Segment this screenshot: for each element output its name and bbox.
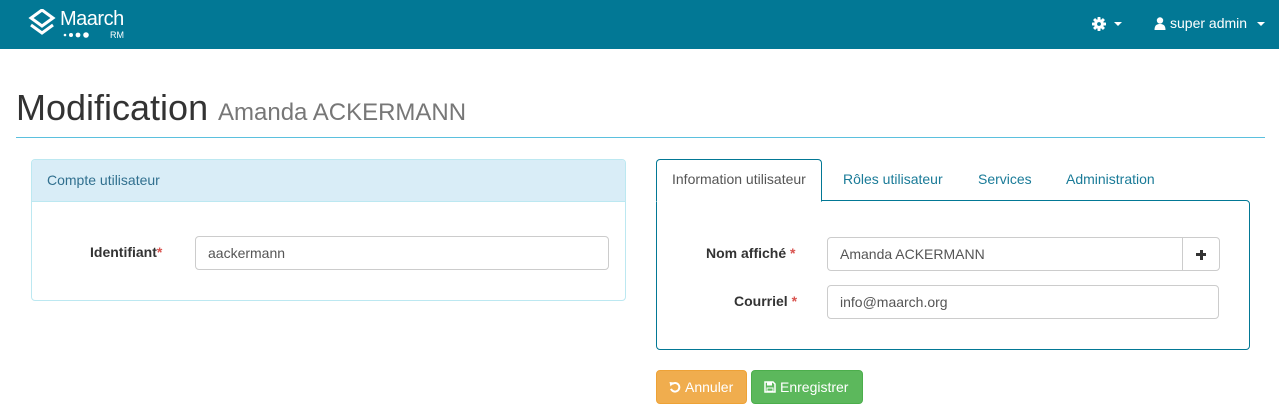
identifier-label-text: Identifiant — [90, 244, 157, 260]
panel-heading: Compte utilisateur — [32, 160, 625, 202]
email-input[interactable] — [827, 285, 1219, 319]
logo-dots-icon — [63, 32, 89, 38]
logo-subtext: RM — [110, 30, 124, 40]
user-icon — [1154, 17, 1166, 30]
chevron-down-icon — [1114, 22, 1122, 26]
add-display-name-button[interactable] — [1182, 237, 1220, 271]
tab-administration[interactable]: Administration — [1066, 159, 1155, 201]
required-marker: * — [791, 293, 798, 309]
display-name-input[interactable] — [827, 237, 1183, 271]
required-marker: * — [790, 245, 796, 261]
page-title: Modification — [16, 87, 209, 128]
display-name-label: Nom affiché * — [706, 245, 795, 261]
chevron-down-icon — [1257, 22, 1265, 26]
maarch-logo[interactable]: Maarch RM — [28, 8, 138, 42]
tab-information-utilisateur[interactable]: Information utilisateur — [656, 159, 822, 202]
account-panel: Compte utilisateur Identifiant* — [31, 159, 626, 301]
tab-roles-utilisateur[interactable]: Rôles utilisateur — [843, 159, 943, 201]
gear-icon — [1092, 17, 1106, 31]
cancel-button[interactable]: Annuler — [656, 370, 747, 404]
panel-title: Compte utilisateur — [47, 172, 160, 188]
page-header: Modification Amanda ACKERMANN — [16, 84, 1265, 138]
user-menu-toggle[interactable]: super admin — [1148, 12, 1270, 36]
user-information-pane: Nom affiché * Courriel * — [656, 200, 1250, 350]
identifier-input[interactable] — [195, 236, 609, 270]
required-marker: * — [156, 244, 163, 260]
user-tabs: Information utilisateur Rôles utilisateu… — [656, 159, 1250, 202]
floppy-disk-icon — [764, 381, 776, 393]
page-subtitle: Amanda ACKERMANN — [218, 99, 467, 126]
user-name: super admin — [1170, 15, 1248, 31]
save-button[interactable]: Enregistrer — [751, 370, 863, 404]
maarch-logo-icon — [28, 9, 56, 35]
undo-icon — [669, 381, 681, 393]
save-label: Enregistrer — [780, 379, 849, 395]
email-label-text: Courriel — [734, 293, 788, 309]
cancel-label: Annuler — [685, 379, 734, 395]
email-label: Courriel * — [734, 293, 797, 309]
logo-text: Maarch — [60, 8, 124, 30]
identifier-label: Identifiant* — [90, 244, 162, 260]
display-name-label-text: Nom affiché — [706, 245, 787, 261]
settings-menu-toggle[interactable] — [1086, 12, 1130, 36]
tab-services[interactable]: Services — [978, 159, 1032, 201]
top-navbar: Maarch RM super admin — [0, 0, 1279, 49]
